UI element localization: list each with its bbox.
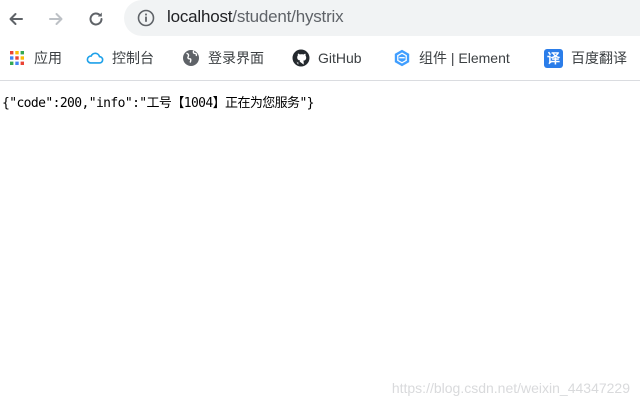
bookmark-apps[interactable]: 应用 <box>8 47 62 69</box>
bookmark-label: 应用 <box>34 50 62 66</box>
bookmark-label: 组件 | Element <box>419 50 510 66</box>
arrow-right-icon <box>49 13 63 25</box>
watermark-text: https://blog.csdn.net/weixin_44347229 <box>391 380 630 396</box>
address-bar[interactable]: localhost/student/hystrix <box>124 0 640 36</box>
bookmark-element[interactable]: 组件 | Element <box>393 47 510 69</box>
translate-icon: 译 <box>544 48 563 68</box>
forward-button[interactable] <box>42 5 70 33</box>
toolbar-divider <box>0 80 640 81</box>
bookmark-github[interactable]: GitHub <box>292 47 362 69</box>
url-host: localhost <box>167 7 233 26</box>
apps-grid-icon <box>8 49 26 67</box>
info-icon <box>137 9 155 27</box>
bookmark-label: 控制台 <box>112 50 154 66</box>
site-info-button[interactable] <box>136 8 156 28</box>
back-button[interactable] <box>2 5 30 33</box>
bookmark-label: GitHub <box>318 50 362 66</box>
bookmark-login[interactable]: 登录界面 <box>182 47 264 69</box>
bookmark-label: 登录界面 <box>208 50 264 66</box>
github-icon <box>292 49 310 67</box>
bookmarks-bar: 应用 控制台 登录界面 GitHub 组件 | Element 译 百度翻译 <box>0 38 640 78</box>
json-response-text: {"code":200,"info":"工号【1004】正在为您服务"} <box>2 96 315 111</box>
url-path: /student/hystrix <box>232 7 344 26</box>
bookmark-label: 百度翻译 <box>571 50 627 66</box>
reload-icon <box>89 12 103 26</box>
element-icon <box>393 49 411 67</box>
bookmark-console[interactable]: 控制台 <box>86 47 154 69</box>
url-text[interactable]: localhost/student/hystrix <box>167 7 344 27</box>
cloud-icon <box>86 49 104 67</box>
reload-button[interactable] <box>82 5 110 33</box>
bookmark-baidu-translate[interactable]: 译 百度翻译 <box>544 47 627 69</box>
globe-icon <box>182 49 200 67</box>
arrow-left-icon <box>9 13 23 25</box>
browser-toolbar: localhost/student/hystrix <box>0 0 640 38</box>
